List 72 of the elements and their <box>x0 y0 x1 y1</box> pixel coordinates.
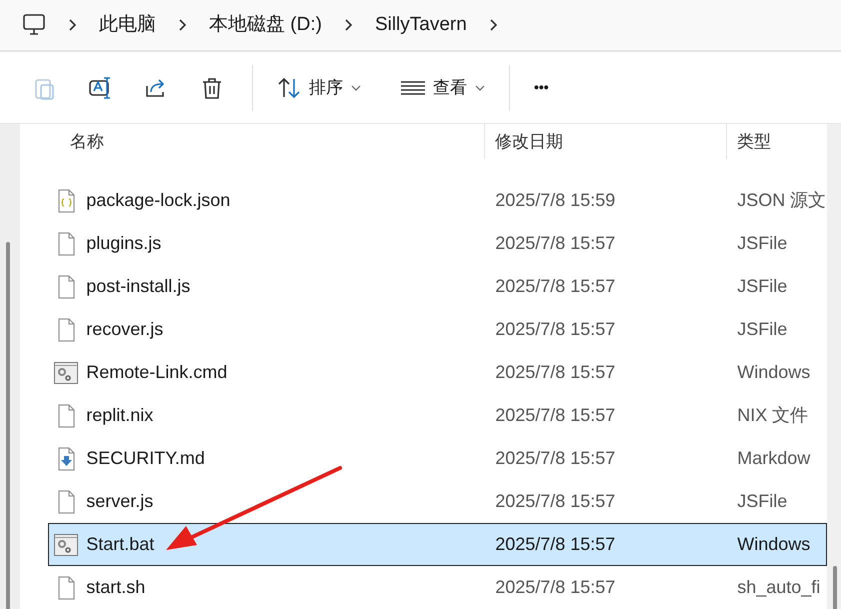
modified-date: 2025/7/8 15:57 <box>495 577 616 597</box>
file-name: package-lock.json <box>86 189 230 212</box>
modified-date: 2025/7/8 15:57 <box>495 362 616 382</box>
more-button[interactable]: ••• <box>522 71 561 104</box>
file-type: NIX 文件 <box>737 405 808 425</box>
sort-button[interactable]: 排序 <box>265 68 373 106</box>
file-row[interactable]: start.sh 2025/7/8 15:57 sh_auto_fi <box>48 566 828 609</box>
modified-date: 2025/7/8 15:57 <box>495 319 616 339</box>
modified-date: 2025/7/8 15:57 <box>495 448 616 468</box>
modified-date: 2025/7/8 15:57 <box>495 491 616 511</box>
chevron-icon[interactable] <box>68 18 77 32</box>
json-file-icon <box>58 188 75 212</box>
file-type: JSFile <box>737 491 788 511</box>
breadcrumb-item[interactable]: 本地磁盘 (D:) <box>209 10 322 40</box>
scrollbar[interactable] <box>833 566 838 609</box>
computer-icon[interactable] <box>22 14 46 36</box>
caret-icon <box>351 84 361 90</box>
sort-icon <box>277 76 301 98</box>
breadcrumb-item[interactable]: SillyTavern <box>374 10 467 40</box>
file-type: Windows <box>737 534 810 554</box>
file-icon <box>58 232 75 256</box>
file-icon <box>58 576 75 600</box>
gear-window-icon <box>54 362 78 384</box>
file-name: post-install.js <box>86 275 190 298</box>
file-name: server.js <box>86 490 154 513</box>
modified-date: 2025/7/8 15:57 <box>495 534 616 554</box>
file-name: plugins.js <box>86 232 162 255</box>
file-row[interactable]: recover.js 2025/7/8 15:57 JSFile <box>48 308 828 351</box>
column-header[interactable]: 名称 <box>70 128 104 154</box>
file-row[interactable]: replit.nix 2025/7/8 15:57 NIX 文件 <box>48 394 828 437</box>
breadcrumb-item[interactable]: 此电脑 <box>99 10 156 40</box>
file-name: Start.bat <box>86 533 154 556</box>
chevron-icon[interactable] <box>178 18 187 32</box>
file-icon <box>58 490 75 514</box>
file-name: Remote-Link.cmd <box>86 361 228 384</box>
file-row[interactable]: package-lock.json 2025/7/8 15:59 JSON 源文 <box>48 179 828 222</box>
modified-date: 2025/7/8 15:59 <box>495 190 616 210</box>
file-type: JSFile <box>737 233 788 253</box>
file-name: start.sh <box>86 576 146 599</box>
file-type: Markdow <box>737 448 810 468</box>
chevron-icon[interactable] <box>488 18 498 32</box>
delete-icon <box>200 76 224 100</box>
column-header[interactable]: 修改日期 <box>495 128 564 154</box>
file-name: recover.js <box>86 318 164 341</box>
modified-date: 2025/7/8 15:57 <box>495 233 616 253</box>
list-view-icon <box>401 80 425 96</box>
rename-icon <box>88 76 112 100</box>
file-icon <box>58 318 75 342</box>
file-type: JSON 源文 <box>737 190 826 210</box>
file-type: Windows <box>737 362 810 382</box>
file-row[interactable]: server.js 2025/7/8 15:57 JSFile <box>48 480 828 523</box>
file-name: replit.nix <box>86 404 154 427</box>
gear-window-icon <box>54 534 78 556</box>
document-icon <box>58 446 75 470</box>
file-type: JSFile <box>737 319 788 339</box>
file-type: JSFile <box>737 276 788 296</box>
column-header[interactable]: 类型 <box>737 128 772 154</box>
file-row[interactable]: Remote-Link.cmd 2025/7/8 15:57 Windows <box>48 351 828 394</box>
modified-date: 2025/7/8 15:57 <box>495 405 616 425</box>
file-icon <box>58 404 75 428</box>
file-type: sh_auto_fi <box>737 577 820 597</box>
file-row[interactable]: post-install.js 2025/7/8 15:57 JSFile <box>48 265 828 308</box>
file-name: SECURITY.md <box>86 447 205 470</box>
view-button[interactable]: 查看 <box>389 68 497 106</box>
file-row[interactable]: SECURITY.md 2025/7/8 15:57 Markdow <box>48 437 828 480</box>
file-row[interactable]: Start.bat 2025/7/8 15:57 Windows <box>48 523 828 566</box>
file-icon <box>58 274 75 298</box>
file-row[interactable]: plugins.js 2025/7/8 15:57 JSFile <box>48 222 828 265</box>
chevron-icon[interactable] <box>344 18 353 32</box>
caret-icon <box>475 84 485 90</box>
modified-date: 2025/7/8 15:57 <box>495 276 616 296</box>
scrollbar[interactable] <box>6 242 10 609</box>
